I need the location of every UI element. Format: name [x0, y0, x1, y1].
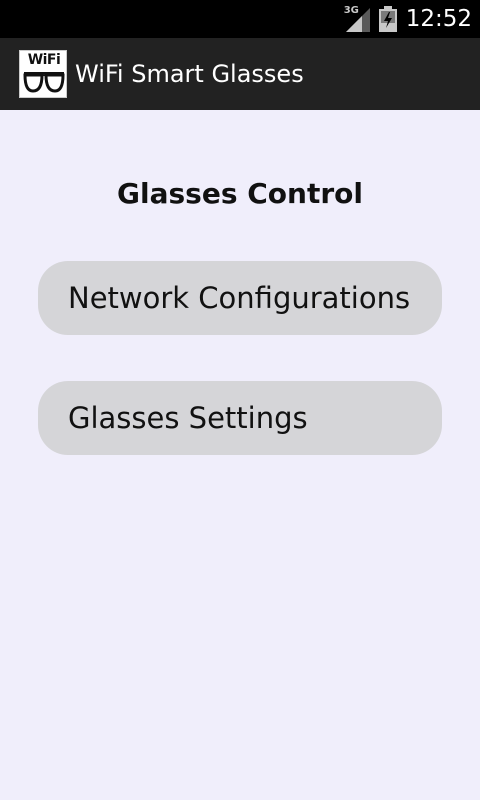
- glasses-icon: [23, 72, 65, 93]
- main-content: Glasses Control Network Configurations G…: [0, 110, 480, 800]
- status-clock: 12:52: [405, 6, 472, 32]
- page-heading: Glasses Control: [117, 177, 363, 210]
- status-bar: 3G 12:52: [0, 0, 480, 38]
- action-bar: WiFi WiFi Smart Glasses: [0, 38, 480, 110]
- signal-strength-icon: 3G: [344, 6, 370, 32]
- app-title: WiFi Smart Glasses: [75, 60, 304, 88]
- battery-charging-icon: [378, 6, 397, 32]
- network-type-label: 3G: [343, 5, 359, 16]
- glasses-settings-button[interactable]: Glasses Settings: [38, 381, 442, 455]
- status-icons: 3G 12:52: [344, 0, 472, 38]
- network-configurations-button[interactable]: Network Configurations: [38, 261, 442, 335]
- app-icon-label: WiFi: [27, 52, 61, 68]
- app-icon[interactable]: WiFi: [19, 50, 67, 98]
